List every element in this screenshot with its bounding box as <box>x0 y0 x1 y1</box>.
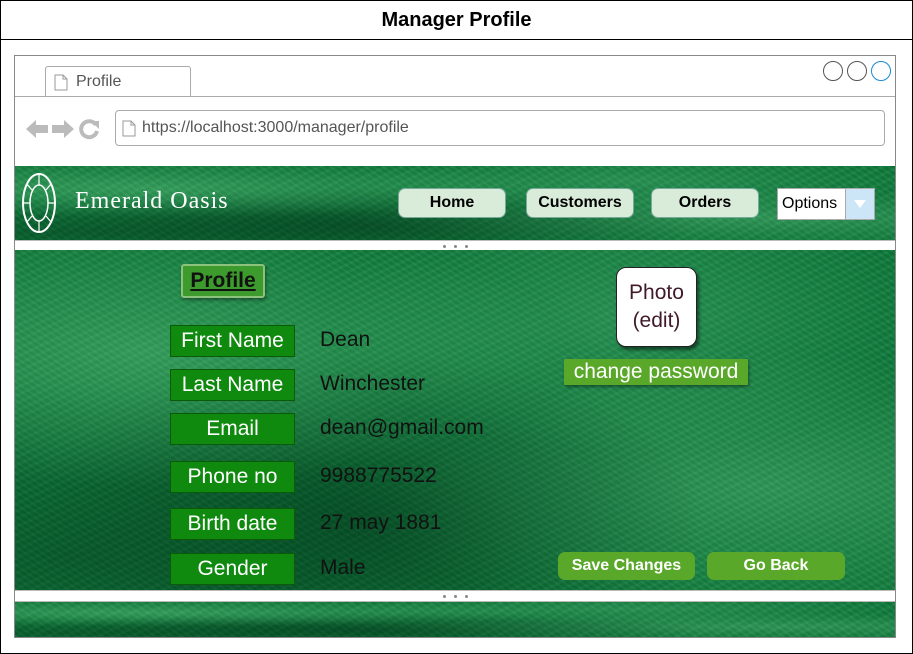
photo-edit-button[interactable]: Photo (edit) <box>616 267 697 347</box>
reload-icon[interactable] <box>77 118 101 140</box>
last-name-label: Last Name <box>170 369 295 401</box>
page-icon <box>122 120 136 136</box>
first-name-value[interactable]: Dean <box>320 328 370 352</box>
browser-tab[interactable]: Profile <box>45 66 191 97</box>
window-controls <box>823 61 891 81</box>
options-selected: Options <box>782 195 838 212</box>
header-banner: Emerald Oasis Home Customers Orders Opti… <box>15 166 895 240</box>
back-arrow-icon[interactable] <box>25 118 49 140</box>
forward-arrow-icon[interactable] <box>51 118 75 140</box>
footer-banner <box>15 602 895 637</box>
gender-value[interactable]: Male <box>320 556 366 580</box>
frame-title: Manager Profile <box>1 1 912 40</box>
change-password-button[interactable]: change password <box>564 359 748 385</box>
document-icon <box>54 74 68 90</box>
profile-heading: Profile <box>181 264 265 298</box>
nav-orders-button[interactable]: Orders <box>651 188 759 218</box>
emerald-gem-icon <box>22 173 56 233</box>
gender-label: Gender <box>170 553 295 585</box>
browser-window: Profile https://localhost:3000/manager/p… <box>14 55 896 638</box>
phone-label: Phone no <box>170 461 295 493</box>
minimize-icon[interactable] <box>823 61 843 81</box>
profile-content: Profile First Name Dean Last Name Winche… <box>15 250 895 590</box>
nav-customers-button[interactable]: Customers <box>526 188 634 218</box>
first-name-label: First Name <box>170 325 295 357</box>
birth-date-value[interactable]: 27 may 1881 <box>320 511 441 535</box>
url-text: https://localhost:3000/manager/profile <box>142 119 409 136</box>
maximize-icon[interactable] <box>847 61 867 81</box>
email-value[interactable]: dean@gmail.com <box>320 416 484 440</box>
photo-edit-label: (edit) <box>632 309 681 332</box>
close-icon[interactable] <box>871 61 891 81</box>
chevron-down-icon[interactable] <box>845 189 874 219</box>
save-changes-button[interactable]: Save Changes <box>558 552 695 580</box>
tab-title: Profile <box>76 73 122 90</box>
browser-nav <box>25 118 101 140</box>
options-dropdown[interactable]: Options <box>777 188 875 220</box>
email-label: Email <box>170 413 295 445</box>
go-back-button[interactable]: Go Back <box>707 552 845 580</box>
tab-divider <box>15 96 895 97</box>
photo-label: Photo <box>629 281 684 304</box>
brand-name: Emerald Oasis <box>75 188 229 214</box>
address-bar[interactable]: https://localhost:3000/manager/profile <box>115 110 885 146</box>
footer-separator <box>15 590 895 602</box>
last-name-value[interactable]: Winchester <box>320 372 425 396</box>
phone-value[interactable]: 9988775522 <box>320 464 437 488</box>
nav-home-button[interactable]: Home <box>398 188 506 218</box>
birth-date-label: Birth date <box>170 508 295 540</box>
